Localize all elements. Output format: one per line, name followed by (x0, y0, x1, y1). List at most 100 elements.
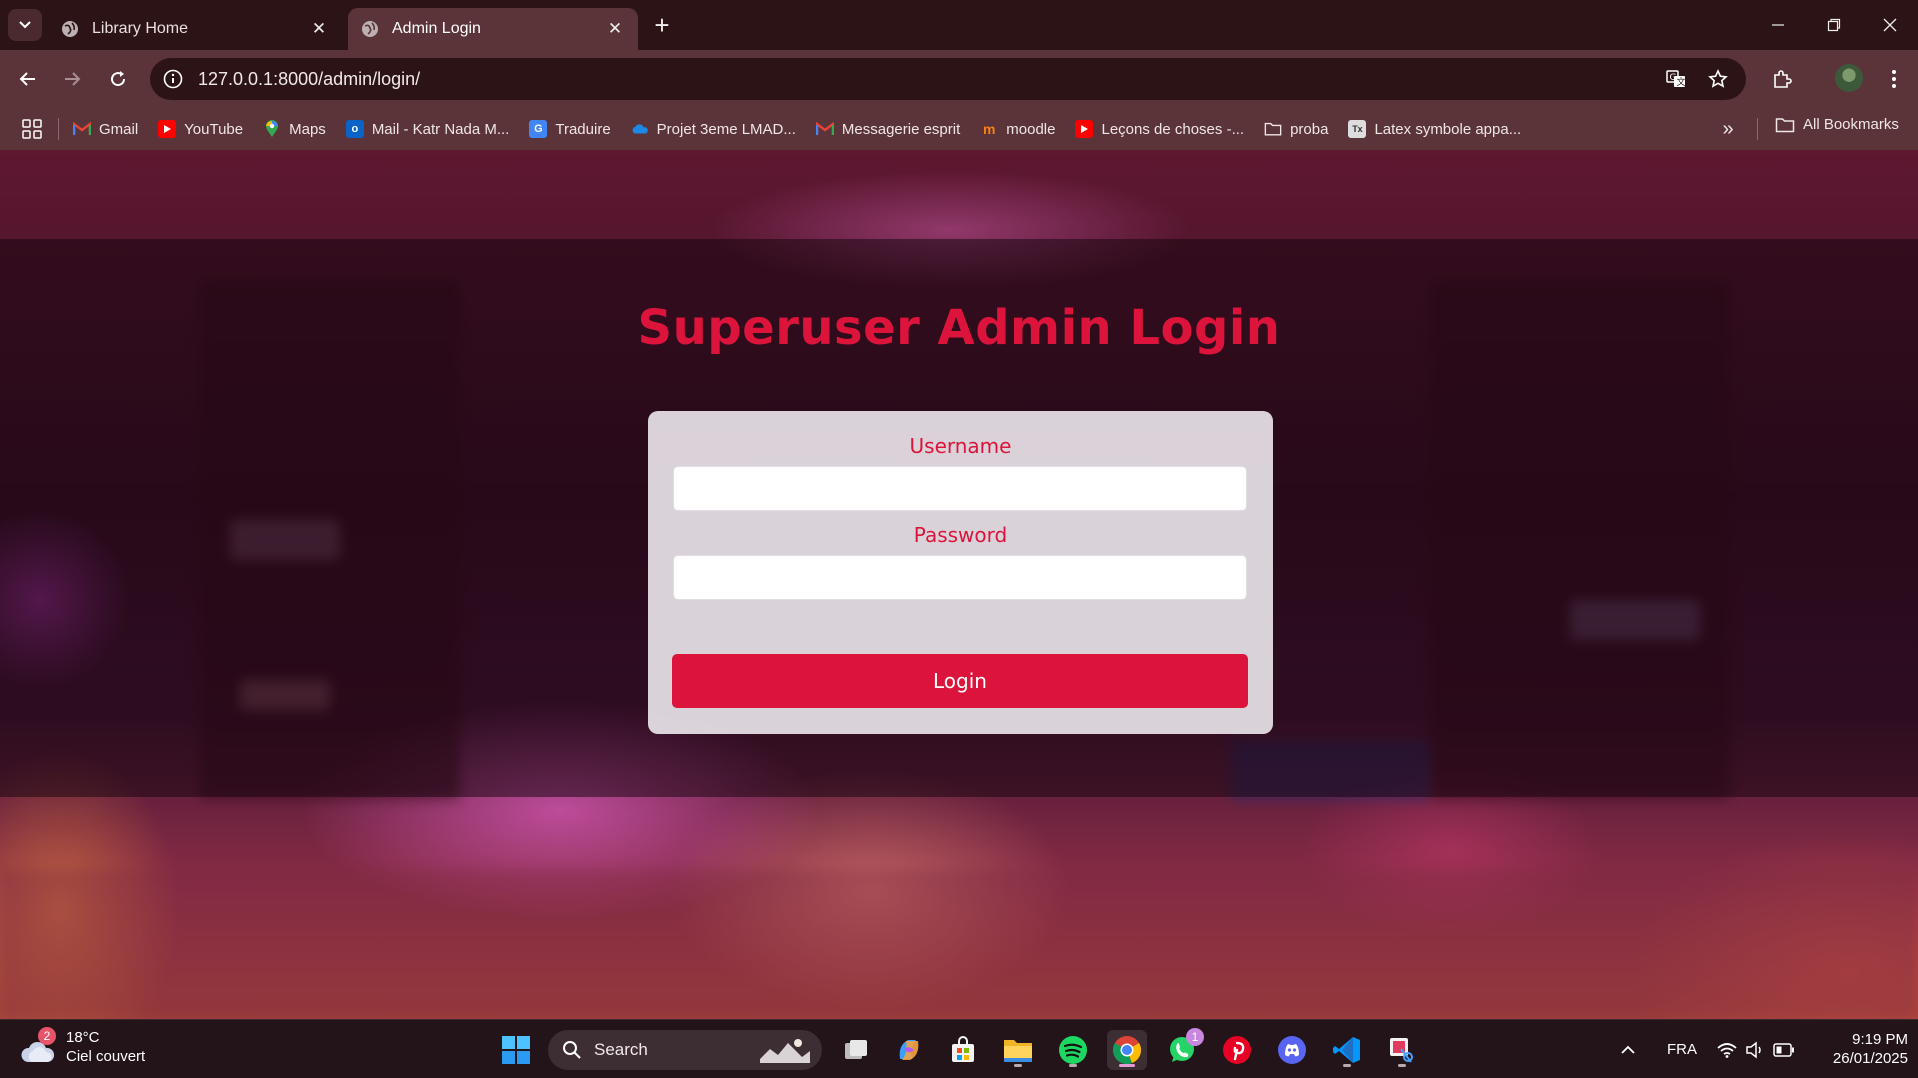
extensions-button[interactable] (1766, 63, 1798, 95)
chevron-down-icon (19, 21, 31, 29)
translate-icon[interactable]: G文 (1662, 65, 1690, 93)
tab-title: Library Home (92, 20, 189, 37)
address-bar[interactable]: 127.0.0.1:8000/admin/login/ G文 (150, 58, 1746, 100)
bookmark-traduire[interactable]: G Traduire (529, 120, 611, 138)
bookmark-latex[interactable]: Tx Latex symbole appa... (1348, 120, 1521, 138)
profile-avatar[interactable] (1835, 64, 1863, 92)
tray-overflow-button[interactable] (1620, 1020, 1636, 1078)
close-icon (1883, 18, 1897, 32)
bookmark-label: Gmail (99, 120, 139, 138)
puzzle-icon (1774, 70, 1792, 88)
folder-icon (1264, 120, 1282, 138)
menu-button[interactable] (1878, 63, 1910, 95)
start-button[interactable] (496, 1030, 536, 1070)
weather-description: Ciel couvert (66, 1048, 146, 1065)
reload-button[interactable] (102, 63, 134, 95)
bookmark-folder-proba[interactable]: proba (1264, 120, 1328, 138)
divider (1757, 118, 1758, 140)
password-input[interactable] (673, 555, 1247, 600)
more-vertical-icon (1892, 70, 1896, 88)
discord-icon[interactable] (1272, 1030, 1312, 1070)
chevron-double-right-icon[interactable]: » (1715, 116, 1741, 142)
gmail-icon (73, 120, 91, 138)
username-input[interactable] (673, 466, 1247, 511)
task-view-icon[interactable] (836, 1030, 876, 1070)
username-label: Username (909, 434, 1012, 458)
login-button[interactable]: Login (672, 654, 1248, 708)
copilot-icon[interactable] (889, 1030, 929, 1070)
quick-settings[interactable] (1717, 1020, 1795, 1078)
spotify-icon[interactable] (1053, 1030, 1093, 1070)
bookmark-outlook[interactable]: o Mail - Katr Nada M... (345, 120, 510, 138)
divider (58, 118, 59, 140)
weather-widget[interactable]: 2 18°C Ciel couvert (20, 1027, 146, 1066)
info-icon[interactable] (162, 68, 184, 90)
browser-toolbar: 127.0.0.1:8000/admin/login/ G文 (0, 50, 1918, 108)
bookmark-gmail[interactable]: Gmail (73, 120, 138, 138)
new-tab-button[interactable]: + (648, 12, 676, 40)
bookmark-maps[interactable]: Maps (263, 120, 326, 138)
back-button[interactable] (12, 63, 44, 95)
bookmark-label: moodle (1006, 120, 1056, 138)
bookmark-label: Mail - Katr Nada M... (371, 120, 510, 138)
running-indicator (1069, 1064, 1077, 1067)
running-indicator (1398, 1064, 1406, 1067)
close-icon[interactable]: ✕ (308, 18, 330, 40)
tab-search-button[interactable] (8, 9, 42, 41)
volume-icon (1746, 1040, 1761, 1059)
tab-library-home[interactable]: Library Home ✕ (48, 8, 342, 50)
close-icon[interactable]: ✕ (604, 18, 626, 40)
bookmark-projet[interactable]: Projet 3eme LMAD... (631, 120, 796, 138)
file-explorer-icon[interactable] (998, 1030, 1038, 1070)
bookmark-messagerie[interactable]: Messagerie esprit (815, 120, 961, 138)
bookmark-label: proba (1290, 120, 1329, 138)
store-icon[interactable] (943, 1030, 983, 1070)
close-window-button[interactable] (1870, 10, 1910, 40)
translate-icon: G (529, 120, 548, 138)
taskbar-search[interactable]: Search (548, 1030, 822, 1070)
gmail-icon (815, 120, 834, 138)
wifi-icon (1717, 1042, 1737, 1058)
language-indicator[interactable]: FRA (1667, 1020, 1697, 1078)
latex-icon: Tx (1348, 120, 1367, 138)
bookmarks-bar: Gmail YouTube Maps o Mail - Katr Nada M.… (0, 108, 1918, 150)
clock[interactable]: 9:19 PM 26/01/2025 (1812, 1030, 1908, 1068)
moodle-icon: m (983, 121, 996, 137)
temperature: 18°C (66, 1029, 100, 1046)
minimize-button[interactable] (1758, 10, 1798, 40)
maps-icon (263, 120, 281, 138)
cloud-icon: 2 (20, 1027, 58, 1064)
background-floor (0, 870, 1918, 1019)
globe-icon (62, 21, 78, 37)
chrome-icon[interactable] (1107, 1030, 1147, 1070)
bookmark-label: Maps (289, 120, 326, 138)
all-bookmarks-button[interactable]: All Bookmarks (1775, 116, 1899, 133)
globe-icon (362, 21, 378, 37)
url-text: 127.0.0.1:8000/admin/login/ (198, 68, 421, 89)
windows-icon (502, 1036, 530, 1064)
bookmark-youtube[interactable]: YouTube (158, 120, 243, 138)
date: 26/01/2025 (1832, 1050, 1908, 1067)
vscode-icon[interactable] (1327, 1030, 1367, 1070)
search-label: Search (594, 1040, 648, 1059)
chevron-up-icon (1621, 1045, 1635, 1054)
arrow-left-icon (19, 72, 35, 86)
search-icon (563, 1041, 581, 1059)
pinterest-icon[interactable] (1217, 1030, 1257, 1070)
bookmark-label: Leçons de choses -... (1101, 120, 1245, 138)
bookmark-star-icon[interactable] (1704, 65, 1732, 93)
bookmark-moodle[interactable]: m moodle (980, 120, 1055, 138)
reload-icon (111, 71, 126, 87)
page-viewport: Superuser Admin Login Username Password … (0, 150, 1918, 1019)
snipping-tool-icon[interactable] (1382, 1030, 1422, 1070)
whatsapp-icon[interactable]: 1 (1162, 1028, 1204, 1070)
apps-grid-icon[interactable] (20, 117, 44, 141)
restore-button[interactable] (1814, 10, 1854, 40)
bookmark-lecons[interactable]: Leçons de choses -... (1075, 120, 1244, 138)
tab-admin-login[interactable]: Admin Login ✕ (348, 8, 638, 50)
password-label: Password (913, 523, 1008, 547)
youtube-icon (158, 120, 177, 138)
bookmark-label: Messagerie esprit (841, 120, 961, 138)
forward-button[interactable] (56, 63, 88, 95)
bookmark-label: Traduire (555, 120, 611, 138)
